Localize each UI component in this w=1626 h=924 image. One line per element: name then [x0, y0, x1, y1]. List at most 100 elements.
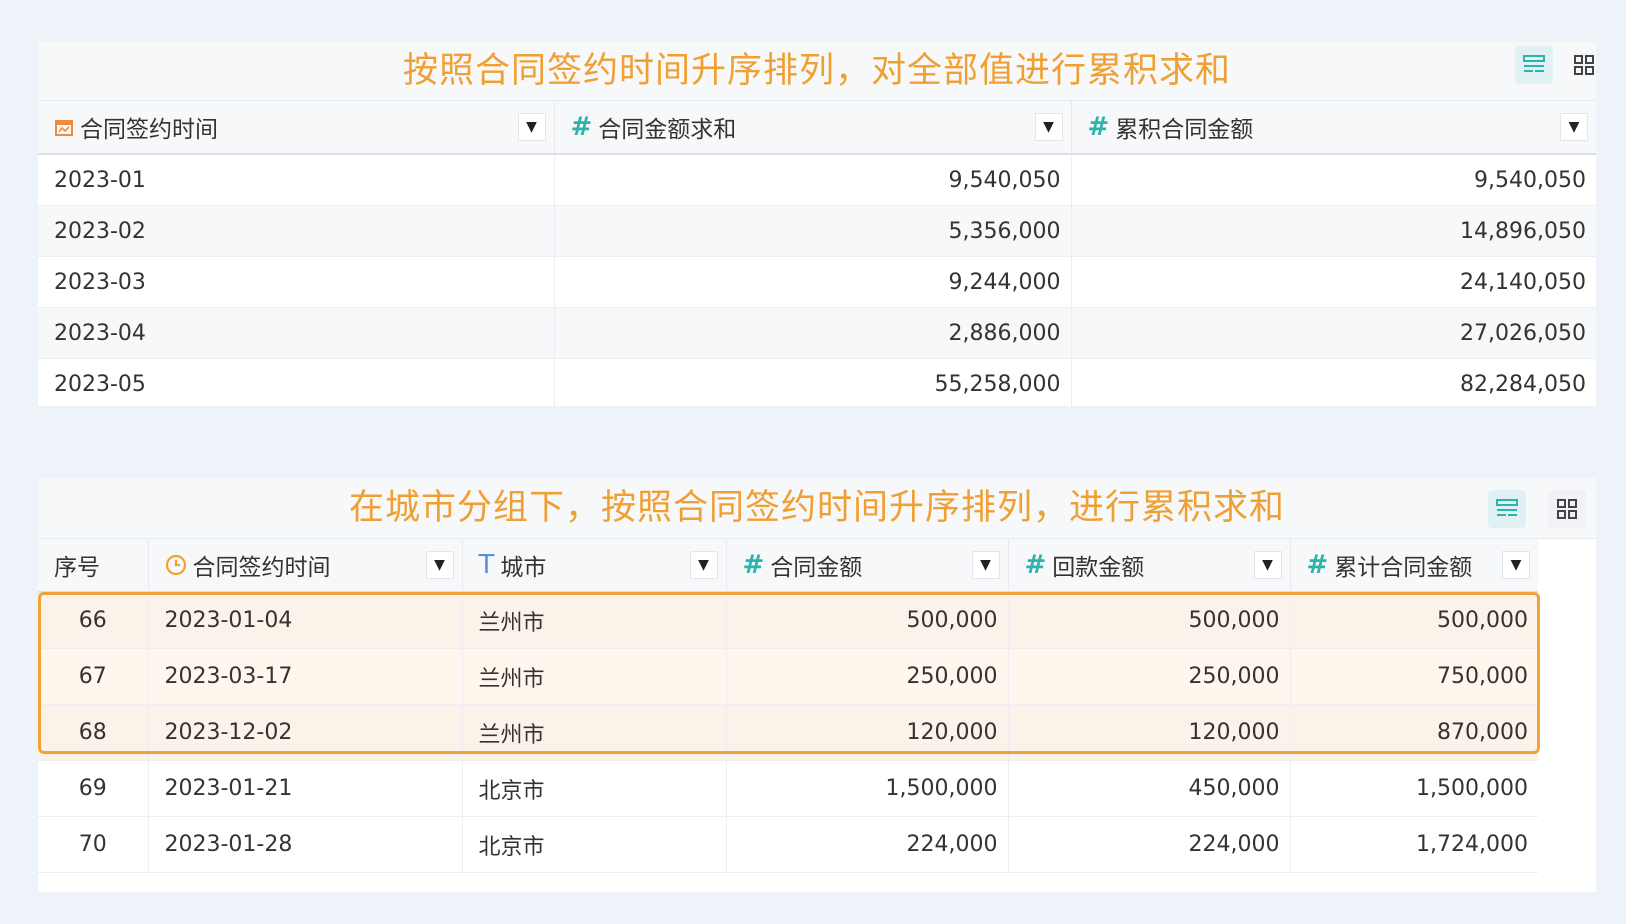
cumulative-sum-panel-all: 按照合同签约时间升序排列，对全部值进行累积求和 合同签约时间 ▼ # 合同金额求… [38, 42, 1596, 406]
column-header-index[interactable]: 序号 [38, 539, 149, 593]
column-label: 合同金额 [770, 555, 863, 581]
cell-contract-amount: 1,500,000 [726, 760, 1009, 817]
table-row: 2023-03 9,244,000 24,140,050 [38, 256, 1596, 308]
cell-payment-amount: 500,000 [1008, 592, 1291, 649]
column-label: 序号 [54, 555, 100, 581]
column-header-city[interactable]: T 城市 ▼ [462, 539, 727, 593]
cell-index: 70 [38, 816, 149, 873]
table-row: 2023-01 9,540,050 9,540,050 [38, 154, 1596, 206]
column-label: 累计合同金额 [1334, 555, 1473, 581]
cell-date: 2023-05 [38, 358, 555, 406]
cell-city: 北京市 [462, 816, 727, 873]
chevron-down-icon[interactable]: ▼ [425, 551, 454, 579]
panel-header: 按照合同签约时间升序排列，对全部值进行累积求和 [38, 42, 1596, 101]
table-view-button[interactable] [1488, 490, 1526, 528]
cell-date: 2023-01-04 [148, 592, 463, 649]
cell-cumulative: 1,724,000 [1290, 816, 1538, 873]
cell-date: 2023-01-21 [148, 760, 463, 817]
column-header-cumulative-amount[interactable]: # 累计合同金额 ▼ [1290, 539, 1538, 593]
cumulative-sum-panel-grouped: 在城市分组下，按照合同签约时间升序排列，进行累积求和 序号 合同签约时间 ▼ T… [38, 478, 1596, 892]
grid-view-icon [1557, 499, 1577, 519]
cell-city: 兰州市 [462, 704, 727, 761]
hash-icon: # [1087, 112, 1110, 142]
chevron-down-icon[interactable]: ▼ [689, 551, 718, 579]
cell-date: 2023-12-02 [148, 704, 463, 761]
table-header-row: 序号 合同签约时间 ▼ T 城市 ▼ # 合同金额 ▼ # 回款金额 ▼ # 累… [38, 539, 1538, 593]
chevron-down-icon[interactable]: ▼ [1253, 551, 1282, 579]
table-row: 2023-05 55,258,000 82,284,050 [38, 358, 1596, 406]
panel-header: 在城市分组下，按照合同签约时间升序排列，进行累积求和 [38, 478, 1596, 539]
column-header-contract-date[interactable]: 合同签约时间 ▼ [148, 539, 463, 593]
cell-cumulative: 27,026,050 [1071, 307, 1596, 359]
cell-payment-amount: 450,000 [1008, 760, 1291, 817]
cell-date: 2023-01-28 [148, 816, 463, 873]
cell-index: 67 [38, 648, 149, 705]
table-view-icon [1523, 55, 1545, 72]
cell-cumulative: 500,000 [1290, 592, 1538, 649]
column-header-contract-date[interactable]: 合同签约时间 ▼ [38, 101, 555, 155]
cell-cumulative: 870,000 [1290, 704, 1538, 761]
cell-city: 北京市 [462, 760, 727, 817]
column-label: 合同签约时间 [192, 555, 331, 581]
cell-date: 2023-04 [38, 307, 555, 359]
column-header-payment-amount[interactable]: # 回款金额 ▼ [1008, 539, 1291, 593]
column-header-contract-amount[interactable]: # 合同金额 ▼ [726, 539, 1009, 593]
grid-view-button[interactable] [1565, 46, 1596, 84]
cumulative-table-all: 合同签约时间 ▼ # 合同金额求和 ▼ # 累积合同金额 ▼ 2023-01 9… [38, 101, 1596, 406]
cell-cumulative: 82,284,050 [1071, 358, 1596, 406]
cell-cumulative: 14,896,050 [1071, 205, 1596, 257]
grid-view-button[interactable] [1548, 490, 1586, 528]
cell-cumulative: 24,140,050 [1071, 256, 1596, 308]
chevron-down-icon[interactable]: ▼ [1502, 551, 1530, 579]
column-header-cumulative-amount[interactable]: # 累积合同金额 ▼ [1071, 101, 1596, 155]
chevron-down-icon[interactable]: ▼ [1034, 113, 1063, 141]
cell-payment-amount: 250,000 [1008, 648, 1291, 705]
cell-index: 66 [38, 592, 149, 649]
cell-date: 2023-02 [38, 205, 555, 257]
table-view-button[interactable] [1515, 46, 1553, 84]
chevron-down-icon[interactable]: ▼ [971, 551, 1000, 579]
column-label: 城市 [500, 555, 547, 581]
chevron-down-icon[interactable]: ▼ [517, 113, 546, 141]
text-icon: T [478, 550, 495, 580]
table-row: 2023-04 2,886,000 27,026,050 [38, 307, 1596, 359]
cell-date: 2023-03-17 [148, 648, 463, 705]
cell-contract-amount: 250,000 [726, 648, 1009, 705]
cell-amount-sum: 9,244,000 [554, 256, 1072, 308]
cell-contract-amount: 500,000 [726, 592, 1009, 649]
cell-contract-amount: 120,000 [726, 704, 1009, 761]
cumulative-table-grouped: 序号 合同签约时间 ▼ T 城市 ▼ # 合同金额 ▼ # 回款金额 ▼ # 累… [38, 539, 1538, 873]
table-row: 68 2023-12-02 兰州市 120,000 120,000 870,00… [38, 704, 1538, 761]
hash-icon: # [1024, 550, 1047, 580]
column-header-amount-sum[interactable]: # 合同金额求和 ▼ [554, 101, 1072, 155]
table-row: 2023-02 5,356,000 14,896,050 [38, 205, 1596, 257]
cell-city: 兰州市 [462, 648, 727, 705]
table-row: 67 2023-03-17 兰州市 250,000 250,000 750,00… [38, 648, 1538, 705]
hash-icon: # [1306, 550, 1329, 580]
table-header-row: 合同签约时间 ▼ # 合同金额求和 ▼ # 累积合同金额 ▼ [38, 101, 1596, 155]
column-label: 合同金额求和 [598, 117, 737, 143]
cell-index: 68 [38, 704, 149, 761]
hash-icon: # [570, 112, 593, 142]
column-label: 累积合同金额 [1115, 117, 1254, 143]
cell-cumulative: 750,000 [1290, 648, 1538, 705]
chevron-down-icon[interactable]: ▼ [1560, 113, 1588, 141]
cell-city: 兰州市 [462, 592, 727, 649]
cell-amount-sum: 9,540,050 [554, 154, 1072, 206]
column-label: 合同签约时间 [80, 117, 218, 143]
table-view-icon [1496, 499, 1518, 516]
cell-amount-sum: 2,886,000 [554, 307, 1072, 359]
panel-caption: 在城市分组下，按照合同签约时间升序排列，进行累积求和 [348, 488, 1285, 528]
panel-caption: 按照合同签约时间升序排列，对全部值进行累积求和 [402, 51, 1231, 91]
column-label: 回款金额 [1052, 555, 1145, 581]
table-row: 66 2023-01-04 兰州市 500,000 500,000 500,00… [38, 592, 1538, 649]
cell-date: 2023-03 [38, 256, 555, 308]
cell-date: 2023-01 [38, 154, 555, 206]
table-row: 69 2023-01-21 北京市 1,500,000 450,000 1,50… [38, 760, 1538, 817]
grid-view-icon [1574, 55, 1594, 75]
cell-amount-sum: 55,258,000 [554, 358, 1072, 406]
cell-contract-amount: 224,000 [726, 816, 1009, 873]
cell-amount-sum: 5,356,000 [554, 205, 1072, 257]
hash-icon: # [742, 550, 765, 580]
clock-icon [165, 554, 187, 576]
